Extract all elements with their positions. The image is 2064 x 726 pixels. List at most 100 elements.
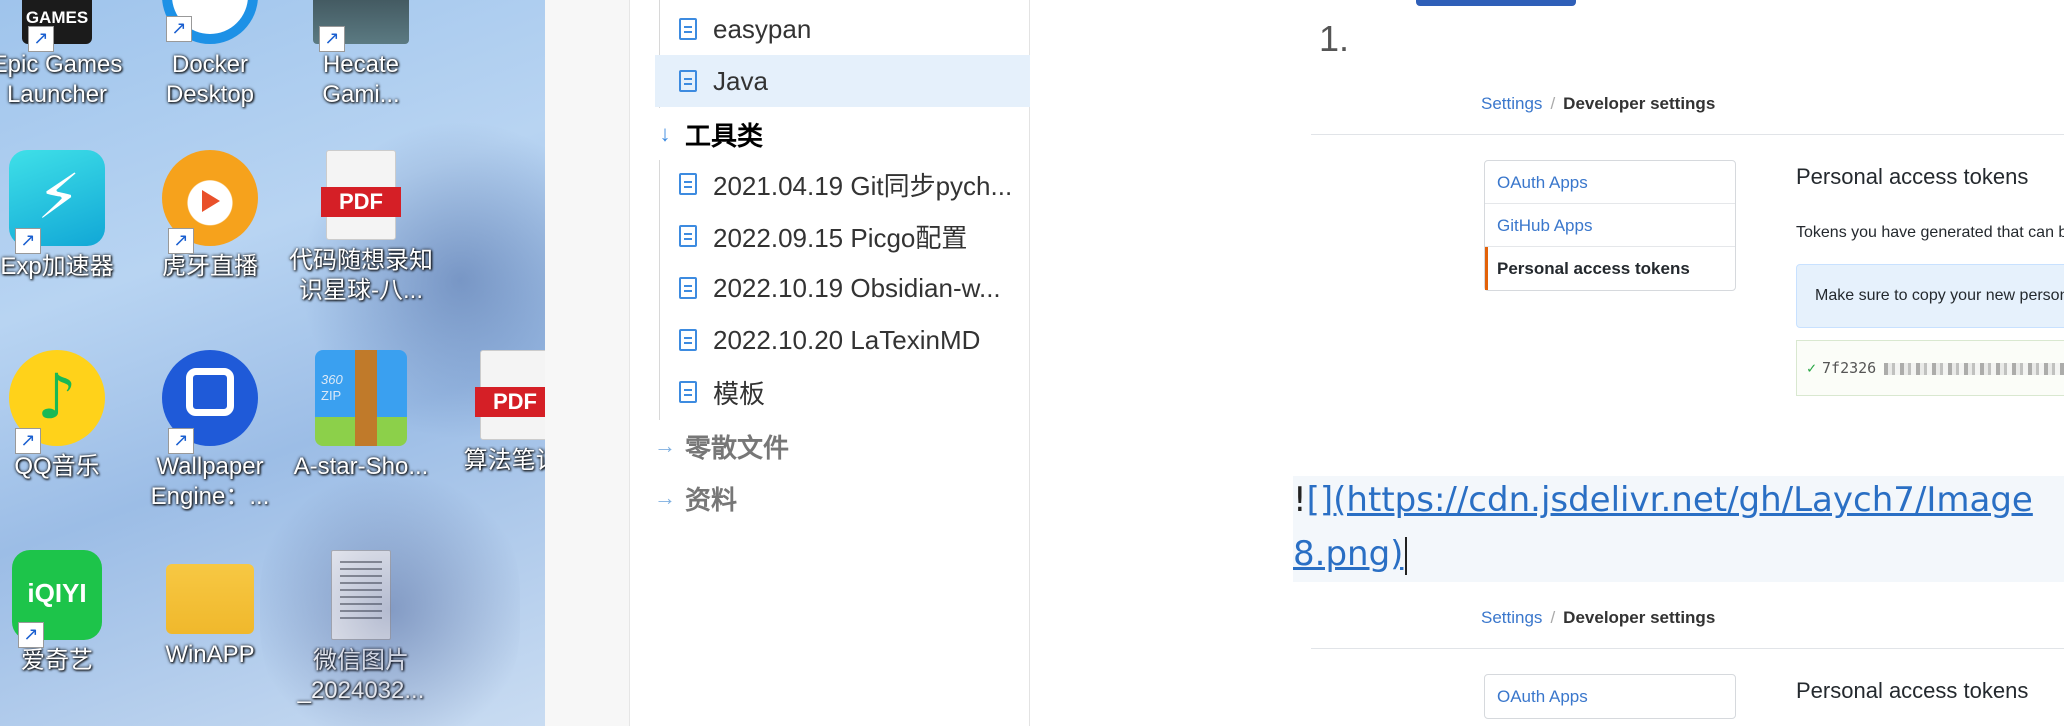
shortcut-arrow-icon: ↗ bbox=[15, 428, 41, 454]
iqiyi-icon: iQIYI ↗ bbox=[12, 550, 102, 648]
embedded-image-github-tokens: Settings / Developer settings OAuth Apps G… bbox=[1311, 92, 2064, 400]
desktop-icon-wallpaper-engine[interactable]: ↗ Wallpaper Engine：... bbox=[135, 350, 285, 512]
file-item-java[interactable]: Java bbox=[655, 55, 1030, 107]
check-icon: ✓ bbox=[1807, 359, 1817, 377]
desktop-icon-label: WinAPP bbox=[165, 641, 255, 668]
section-description: Tokens you have generated that can be u bbox=[1796, 224, 2064, 241]
file-item-git-sync[interactable]: 2021.04.19 Git同步pych... bbox=[655, 158, 1030, 210]
arrow-right-icon: → bbox=[654, 433, 676, 458]
pdf-icon: PDF bbox=[475, 350, 545, 440]
file-item-label: 2022.10.20 LaTexinMD bbox=[713, 324, 981, 355]
shortcut-arrow-icon: ↗ bbox=[168, 428, 194, 454]
shortcut-arrow-icon: ↗ bbox=[168, 228, 194, 254]
desktop-icon-label: 代码随想录知 识星球-八... bbox=[289, 247, 433, 304]
nav-github-apps: GitHub Apps bbox=[1485, 204, 1735, 247]
music-note-icon: ♪ bbox=[37, 360, 77, 433]
file-item-obsidian[interactable]: 2022.10.19 Obsidian-w... bbox=[655, 262, 1030, 314]
document-icon bbox=[679, 381, 697, 403]
token-prefix: 7f2326 bbox=[1822, 359, 1877, 377]
document-icon bbox=[679, 70, 697, 92]
settings-nav: OAuth Apps GitHub Apps Personal access t… bbox=[1484, 160, 1736, 291]
folder-icon bbox=[166, 564, 254, 634]
file-item-label: 2022.09.15 Picgo配置 bbox=[713, 222, 968, 253]
desktop-icon-label: Epic Games Launcher bbox=[0, 51, 123, 108]
folder-misc[interactable]: → 零散文件 bbox=[645, 420, 789, 472]
wallpaper-engine-icon: ↗ bbox=[162, 350, 258, 454]
arrow-down-icon: ↓ bbox=[659, 121, 671, 146]
file-item-easypan[interactable]: easypan bbox=[655, 3, 1030, 55]
desktop-icon-qq-music[interactable]: ♪ ↗ QQ音乐 bbox=[0, 350, 132, 482]
desktop-icon-winapp[interactable]: WinAPP bbox=[135, 550, 285, 670]
markdown-image-link-line-1[interactable]: ![](https://cdn.jsdelivr.net/gh/Laych7/I… bbox=[1293, 480, 2033, 520]
image-bang: ! bbox=[1293, 480, 1307, 520]
nav-personal-access-tokens: Personal access tokens bbox=[1485, 247, 1735, 290]
huya-icon: ↗ bbox=[162, 150, 258, 254]
document-icon bbox=[679, 18, 697, 40]
file-item-label: 模板 bbox=[713, 378, 766, 409]
desktop-icon-label: Wallpaper Engine：... bbox=[150, 453, 270, 510]
shortcut-arrow-icon: ↗ bbox=[15, 228, 41, 254]
desktop-icon-huya[interactable]: ↗ 虎牙直播 bbox=[135, 150, 285, 282]
folder-label: 工具类 bbox=[685, 120, 764, 151]
file-item-label: 2022.10.19 Obsidian-w... bbox=[713, 272, 1001, 303]
file-item-label: 2021.04.19 Git同步pych... bbox=[713, 170, 1013, 201]
desktop-icon-label: Exp加速器 bbox=[0, 253, 114, 280]
redacted-token bbox=[1884, 362, 2064, 375]
desktop: GAMES ↗ Epic Games Launcher ↗ Docker Deskt… bbox=[0, 0, 545, 726]
desktop-icon-exp-accelerator[interactable]: ⚡ ↗ Exp加速器 bbox=[0, 150, 132, 282]
embedded-image-github-tokens-2: Settings / Developer settings OAuth Apps P… bbox=[1311, 606, 2064, 726]
flash-notice: Make sure to copy your new personal a bbox=[1796, 264, 2064, 328]
document-icon bbox=[679, 277, 697, 299]
section-title: Personal access tokens bbox=[1796, 678, 2029, 703]
desktop-icon-pdf-2[interactable]: PDF 算法笔记. bbox=[440, 350, 545, 476]
sidebar-gutter bbox=[545, 0, 630, 726]
file-item-template[interactable]: 模板 bbox=[655, 366, 1030, 418]
file-item-label: Java bbox=[713, 65, 768, 96]
document-icon bbox=[679, 225, 697, 247]
desktop-icon-zip-archive[interactable]: 360 ZIP A-star-Sho... bbox=[286, 350, 436, 482]
ordered-list-number: 1. bbox=[1319, 18, 1350, 59]
desktop-icon-hecate[interactable]: ↗ Hecate Gami... bbox=[286, 0, 436, 110]
desktop-icon-label: Hecate Gami... bbox=[322, 51, 400, 108]
pdf-icon: PDF bbox=[321, 150, 401, 240]
desktop-icon-epic-games[interactable]: GAMES ↗ Epic Games Launcher bbox=[0, 0, 132, 110]
divider bbox=[1311, 648, 2064, 649]
desktop-icon-label: 算法笔记. bbox=[463, 447, 545, 474]
play-icon bbox=[202, 190, 220, 212]
file-item-latex[interactable]: 2022.10.20 LaTexinMD bbox=[655, 314, 1030, 366]
breadcrumb: Settings / Developer settings bbox=[1481, 94, 1716, 113]
pdf-badge: PDF bbox=[475, 387, 545, 417]
folder-label: 资料 bbox=[685, 484, 738, 515]
zip-strap bbox=[355, 350, 377, 446]
divider bbox=[1311, 134, 2064, 135]
nav-oauth-apps: OAuth Apps bbox=[1485, 161, 1735, 204]
shortcut-arrow-icon: ↗ bbox=[166, 16, 192, 42]
image-file-icon bbox=[331, 550, 391, 640]
document-preview bbox=[340, 561, 382, 621]
heading-fragment bbox=[1416, 0, 1576, 6]
folder-tools[interactable]: ↓ 工具类 bbox=[645, 108, 764, 160]
markdown-image-link-line-2[interactable]: 8.png) bbox=[1293, 534, 1408, 575]
desktop-icon-label: 爱奇艺 bbox=[21, 647, 93, 674]
image-url-text: 8.png) bbox=[1293, 534, 1404, 574]
desktop-icon-wechat-image[interactable]: 微信图片 _2024032... bbox=[286, 550, 436, 706]
folder-label: 零散文件 bbox=[685, 432, 790, 463]
nav-oauth-apps: OAuth Apps bbox=[1497, 687, 1588, 706]
lightning-icon: ⚡ bbox=[37, 160, 81, 233]
shortcut-arrow-icon: ↗ bbox=[28, 26, 54, 52]
exp-accelerator-icon: ⚡ ↗ bbox=[9, 150, 105, 254]
folder-materials[interactable]: → 资料 bbox=[645, 472, 737, 524]
markdown-editor[interactable]: 1. Settings / Developer settings OAuth App… bbox=[1031, 0, 2064, 726]
desktop-icon-iqiyi[interactable]: iQIYI ↗ 爱奇艺 bbox=[0, 550, 132, 676]
pdf-badge: PDF bbox=[321, 187, 401, 217]
desktop-icon-docker[interactable]: ↗ Docker Desktop bbox=[135, 0, 285, 110]
shortcut-arrow-icon: ↗ bbox=[18, 622, 44, 648]
zip-archive-icon: 360 ZIP bbox=[315, 350, 407, 446]
file-item-picgo[interactable]: 2022.09.15 Picgo配置 bbox=[655, 210, 1030, 262]
qq-music-icon: ♪ ↗ bbox=[9, 350, 105, 454]
desktop-icon-pdf-1[interactable]: PDF 代码随想录知 识星球-八... bbox=[286, 150, 436, 306]
desktop-icon-label: A-star-Sho... bbox=[293, 453, 429, 480]
arrow-right-icon: → bbox=[654, 485, 676, 510]
settings-nav: OAuth Apps bbox=[1484, 674, 1736, 719]
shortcut-arrow-icon: ↗ bbox=[319, 26, 345, 52]
